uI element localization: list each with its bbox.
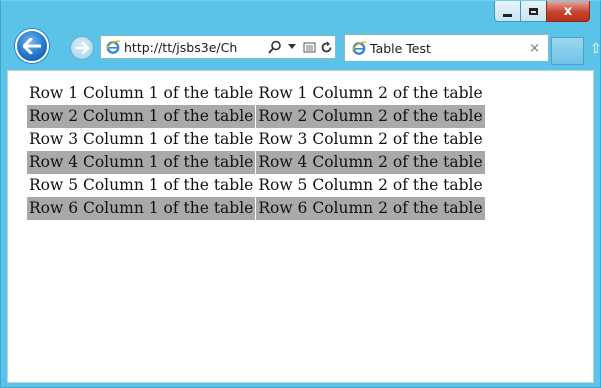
- refresh-icon[interactable]: [319, 39, 333, 55]
- table-cell-col1: Row 6 Column 1 of the table: [27, 197, 256, 220]
- browser-window: x http://tt/jsbs3e/Ch Table Test × ⇧ Row…: [0, 0, 601, 388]
- table-row: Row 5 Column 1 of the table Row 5 Column …: [27, 174, 485, 197]
- close-icon: x: [563, 3, 573, 19]
- caption-buttons: x: [494, 1, 590, 22]
- navigation-bar: http://tt/jsbs3e/Ch Table Test × ⇧: [1, 25, 601, 69]
- table-cell-col2: Row 6 Column 2 of the table: [255, 197, 485, 220]
- forward-button[interactable]: [70, 36, 94, 60]
- address-tools: [268, 39, 333, 55]
- tab-table-test[interactable]: Table Test ×: [344, 34, 549, 61]
- table-cell-col2: Row 1 Column 2 of the table: [255, 82, 485, 105]
- maximize-button[interactable]: [520, 1, 546, 22]
- minimize-button[interactable]: [494, 1, 520, 22]
- table-row: Row 2 Column 1 of the table Row 2 Column …: [27, 105, 485, 128]
- table-cell-col1: Row 2 Column 1 of the table: [27, 105, 256, 128]
- ie-page-icon: [105, 40, 121, 54]
- address-text[interactable]: http://tt/jsbs3e/Ch: [124, 40, 266, 55]
- page-content: Row 1 Column 1 of the table Row 1 Column …: [7, 70, 594, 383]
- tools-icon[interactable]: ⇧: [590, 41, 601, 57]
- table-cell-col2: Row 3 Column 2 of the table: [255, 128, 485, 151]
- table-cell-col2: Row 4 Column 2 of the table: [255, 151, 485, 174]
- back-arrow-icon: [23, 38, 41, 54]
- address-bar[interactable]: http://tt/jsbs3e/Ch: [100, 35, 336, 59]
- table-cell-col1: Row 1 Column 1 of the table: [29, 84, 254, 102]
- ie-tab-icon: [351, 41, 367, 55]
- new-tab-button[interactable]: [551, 37, 584, 65]
- table-cell-col1: Row 5 Column 1 of the table: [29, 176, 254, 194]
- back-button[interactable]: [15, 29, 49, 63]
- table-cell-col2: Row 2 Column 2 of the table: [255, 105, 485, 128]
- tab-title: Table Test: [370, 40, 431, 56]
- maximize-icon: [529, 7, 538, 15]
- compat-view-icon[interactable]: [302, 39, 316, 55]
- search-icon[interactable]: [268, 39, 282, 55]
- table-row: Row 4 Column 1 of the table Row 4 Column …: [27, 151, 485, 174]
- close-button[interactable]: x: [546, 1, 590, 22]
- table-cell-col1: Row 4 Column 1 of the table: [27, 151, 256, 174]
- table-row: Row 6 Column 1 of the table Row 6 Column …: [27, 197, 485, 220]
- table-cell-col1: Row 3 Column 1 of the table: [29, 130, 254, 148]
- dropdown-icon[interactable]: [285, 39, 299, 55]
- table-row: Row 1 Column 1 of the table Row 1 Column …: [27, 82, 485, 105]
- forward-arrow-icon: [75, 42, 89, 54]
- tab-close-icon[interactable]: ×: [529, 41, 540, 56]
- minimize-icon: [503, 13, 512, 17]
- data-table: Row 1 Column 1 of the table Row 1 Column …: [27, 82, 485, 220]
- table-row: Row 3 Column 1 of the table Row 3 Column …: [27, 128, 485, 151]
- table-cell-col2: Row 5 Column 2 of the table: [255, 174, 485, 197]
